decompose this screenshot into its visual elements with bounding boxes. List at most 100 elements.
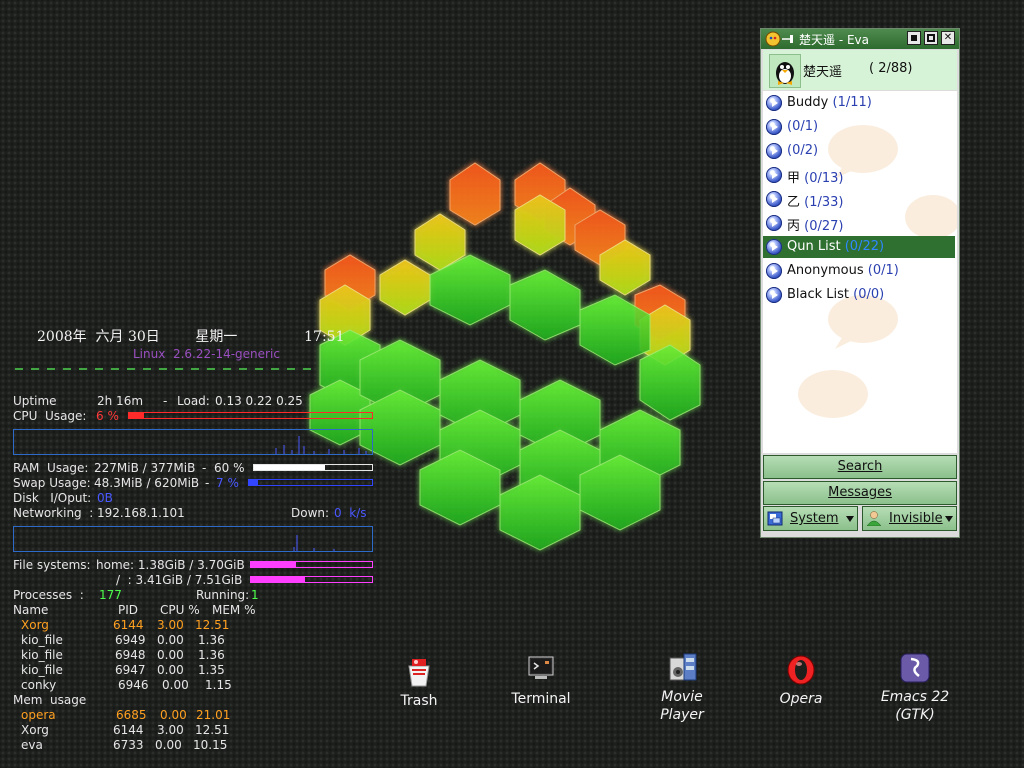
- proc-mem: 1.15: [205, 678, 232, 692]
- system-menu-label: System: [790, 511, 839, 526]
- expand-arrow-icon[interactable]: [766, 95, 782, 111]
- dropdown-arrow-icon: [945, 516, 953, 522]
- ram-percent: 60 %: [214, 461, 245, 475]
- ram-bar: [253, 464, 373, 471]
- net-graph: [13, 526, 373, 552]
- proc-cpu: 0.00: [157, 633, 184, 647]
- eva-user-count: ( 2/88): [869, 61, 913, 76]
- group-item-qun-list[interactable]: Qun List (0/22): [763, 236, 955, 258]
- group-item-black-list[interactable]: Black List (0/0): [763, 284, 955, 306]
- eva-user-name: 楚天遥: [803, 65, 843, 80]
- load-separator: -: [163, 394, 168, 408]
- desktop-icon-trash[interactable]: Trash: [374, 656, 464, 710]
- group-item-jia[interactable]: 甲 (0/13): [763, 164, 955, 186]
- ram-separator: -: [202, 461, 207, 475]
- proc-mem: 1.36: [198, 633, 225, 647]
- cpu-value: 6 %: [96, 409, 119, 423]
- down-value: 0 k/s: [334, 506, 367, 520]
- buddy-group-list: Buddy (1/11) (0/1) (0/2) 甲 (0/13) 乙 (1/3…: [763, 91, 957, 453]
- group-item-yi[interactable]: 乙 (1/33): [763, 188, 955, 210]
- proc-cpu: 0.00: [160, 708, 187, 722]
- expand-arrow-icon[interactable]: [766, 263, 782, 279]
- proc-mem: 1.35: [198, 663, 225, 677]
- expand-arrow-icon[interactable]: [766, 119, 782, 135]
- proc-header-cpu: CPU %: [160, 603, 200, 617]
- eva-titlebar[interactable]: 楚天遥 - Eva ✕: [761, 29, 959, 49]
- fs-root: / : 3.41GiB / 7.51GiB: [116, 573, 243, 587]
- proc-header-name: Name: [13, 603, 49, 617]
- proc-pid: 6144: [113, 618, 144, 632]
- fs-root-bar: [250, 576, 373, 583]
- expand-arrow-icon[interactable]: [766, 215, 782, 231]
- uptime-value: 2h 16m: [97, 394, 144, 408]
- group-item[interactable]: (0/1): [763, 116, 955, 138]
- proc-cpu: 0.00: [155, 738, 182, 752]
- proc-cpu: 3.00: [157, 618, 184, 632]
- running-label: Running:: [196, 588, 250, 602]
- conky-kernel: Linux 2.6.22-14-generic: [133, 347, 280, 361]
- close-button[interactable]: ✕: [941, 31, 955, 45]
- conky-divider: [15, 368, 315, 370]
- desktop-icon-label: Opera: [779, 691, 823, 707]
- pin-icon[interactable]: [782, 34, 796, 44]
- eva-user-header: 楚天遥 ( 2/88): [763, 50, 957, 90]
- proc-header-pid: PID: [118, 603, 139, 617]
- eva-app-icon: [765, 31, 781, 47]
- disk-label: Disk I/Oput:: [13, 491, 92, 505]
- swap-separator: -: [205, 476, 210, 490]
- expand-arrow-icon[interactable]: [766, 143, 782, 159]
- system-icon: [767, 511, 783, 526]
- desktop-icon-label: Terminal: [511, 691, 571, 707]
- mem-usage-label: Mem usage: [13, 693, 87, 707]
- system-menu-button[interactable]: System: [763, 506, 858, 531]
- messages-button[interactable]: Messages: [763, 481, 957, 505]
- proc-mem: 1.36: [198, 648, 225, 662]
- uptime-label: Uptime: [13, 394, 57, 408]
- proc-pid: 6946: [118, 678, 149, 692]
- dropdown-arrow-icon: [846, 516, 854, 522]
- expand-arrow-icon[interactable]: [766, 239, 782, 255]
- group-item-anonymous[interactable]: Anonymous (0/1): [763, 260, 955, 282]
- down-label: Down:: [291, 506, 330, 520]
- proc-mem: 21.01: [196, 708, 231, 722]
- running-value: 1: [251, 588, 259, 602]
- swap-label: Swap Usage:: [13, 476, 91, 490]
- desktop-icon-label: Trash: [400, 693, 438, 709]
- swap-bar: [248, 479, 373, 486]
- status-menu-button[interactable]: Invisible: [862, 506, 957, 531]
- proc-name: kio_file: [21, 663, 63, 677]
- proc-pid: 6733: [113, 738, 144, 752]
- expand-arrow-icon[interactable]: [766, 167, 782, 183]
- user-status-icon: [866, 511, 882, 526]
- group-item-buddy[interactable]: Buddy (1/11): [763, 92, 955, 114]
- cpu-graph: [13, 429, 373, 455]
- group-item[interactable]: (0/2): [763, 140, 955, 162]
- movie-player-icon: [669, 653, 697, 681]
- desktop-icon-label: Emacs 22 (GTK): [880, 689, 950, 723]
- cpu-bar: [128, 412, 373, 419]
- eva-title: 楚天遥 - Eva: [799, 33, 869, 47]
- expand-arrow-icon[interactable]: [766, 191, 782, 207]
- proc-mem: 10.15: [193, 738, 228, 752]
- desktop-icon-opera[interactable]: Opera: [756, 654, 846, 708]
- expand-arrow-icon[interactable]: [766, 287, 782, 303]
- chat-bubble-icon: [798, 370, 868, 418]
- search-button[interactable]: Search: [763, 455, 957, 479]
- desktop-icon-movie-player[interactable]: Movie Player: [637, 652, 727, 724]
- maximize-button[interactable]: [924, 31, 938, 45]
- load-value: 0.13 0.22 0.25: [215, 394, 303, 408]
- desktop-icon-terminal[interactable]: Terminal: [496, 654, 586, 708]
- proc-pid: 6144: [113, 723, 144, 737]
- proc-cpu: 0.00: [157, 648, 184, 662]
- disk-value: 0B: [97, 491, 113, 505]
- net-label: Networking :: [13, 506, 94, 520]
- minimize-button[interactable]: [907, 31, 921, 45]
- desktop-icon-emacs[interactable]: Emacs 22 (GTK): [870, 652, 960, 724]
- eva-window: 楚天遥 - Eva ✕ 楚天遥 ( 2/88) Buddy (1/11) (0/…: [760, 28, 960, 538]
- avatar[interactable]: [769, 54, 801, 88]
- group-item-bing[interactable]: 丙 (0/27): [763, 212, 955, 234]
- fs-home: home: 1.38GiB / 3.70GiB: [96, 558, 245, 572]
- proc-pid: 6947: [115, 663, 146, 677]
- proc-cpu: 3.00: [157, 723, 184, 737]
- opera-icon: [787, 655, 815, 685]
